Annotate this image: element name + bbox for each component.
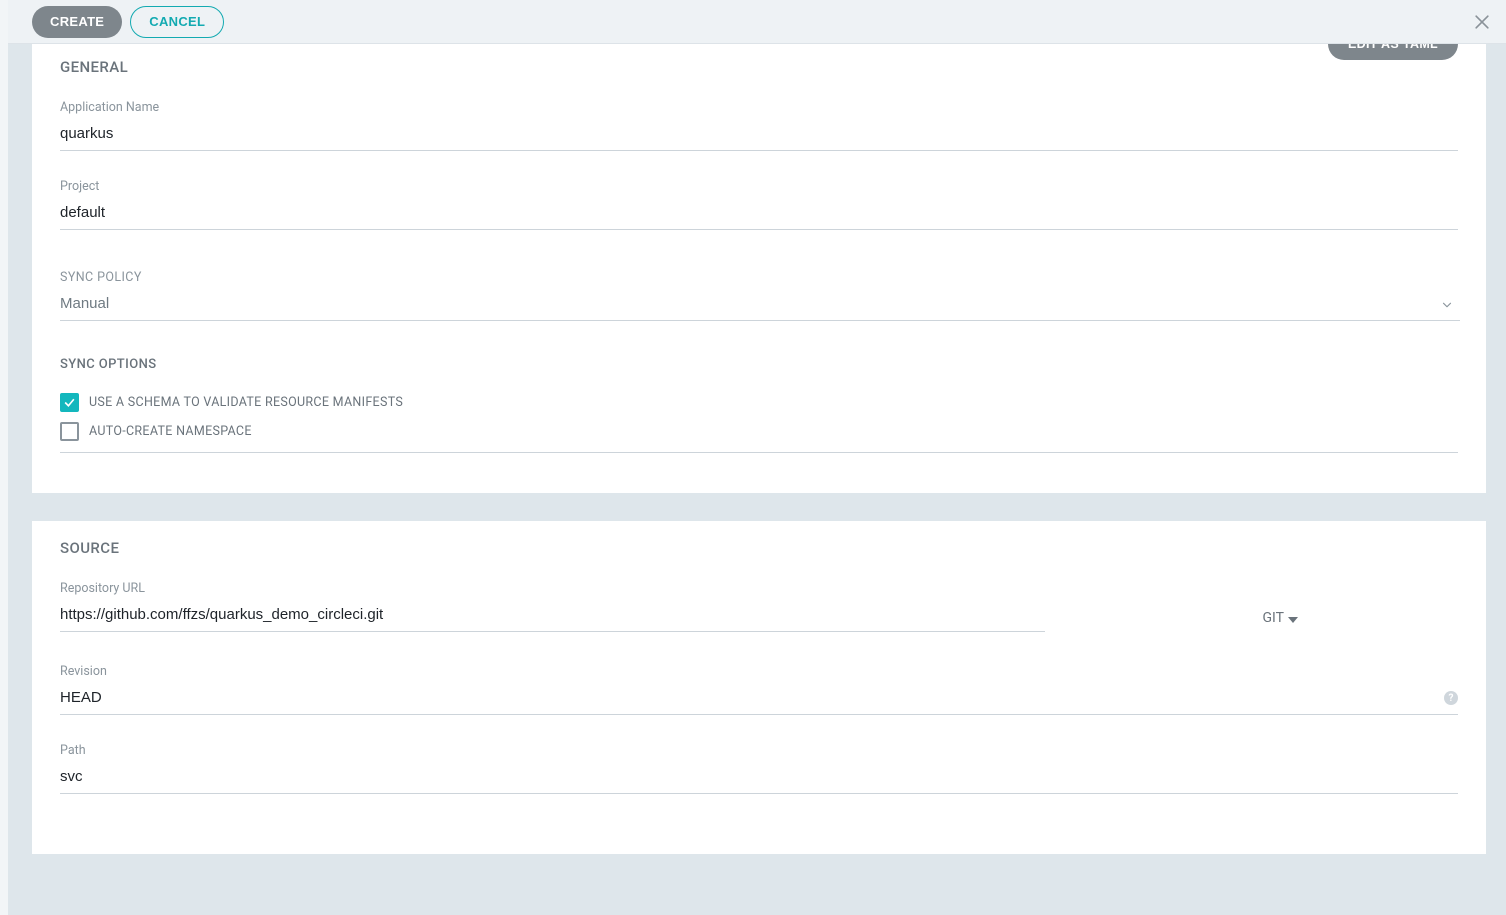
- application-name-label: Application Name: [60, 100, 1458, 115]
- revision-label: Revision: [60, 664, 1458, 679]
- opt-schema-checkbox[interactable]: [60, 393, 79, 412]
- source-section-title: SOURCE: [60, 539, 1458, 557]
- revision-field: Revision ?: [60, 664, 1458, 715]
- sync-options-title: SYNC OPTIONS: [60, 357, 1458, 372]
- sync-policy-label: SYNC POLICY: [60, 270, 1458, 285]
- application-name-field: Application Name: [60, 100, 1458, 151]
- opt-autons-row: AUTO-CREATE NAMESPACE: [60, 417, 1458, 446]
- project-field: Project: [60, 179, 1458, 230]
- opt-schema-row: USE A SCHEMA TO VALIDATE RESOURCE MANIFE…: [60, 388, 1458, 417]
- revision-input[interactable]: [60, 685, 1458, 715]
- repo-url-label: Repository URL: [60, 581, 1245, 596]
- general-section-title: GENERAL: [60, 58, 1458, 76]
- repo-url-input[interactable]: [60, 602, 1045, 632]
- help-icon[interactable]: ?: [1444, 691, 1458, 705]
- edit-as-yaml-button[interactable]: EDIT AS YAML: [1328, 44, 1458, 60]
- path-input[interactable]: [60, 764, 1458, 794]
- sync-policy-select[interactable]: [60, 291, 1460, 321]
- caret-down-icon: [1288, 613, 1298, 623]
- form-scroll-area: EDIT AS YAML GENERAL Application Name Pr…: [8, 44, 1506, 915]
- repo-url-field: Repository URL: [60, 581, 1245, 632]
- repo-type-dropdown[interactable]: GIT: [1263, 610, 1299, 626]
- path-label: Path: [60, 743, 1458, 758]
- source-panel: SOURCE Repository URL GIT Revision ?: [32, 521, 1486, 854]
- panel-scrollbar[interactable]: [0, 0, 8, 915]
- general-panel: EDIT AS YAML GENERAL Application Name Pr…: [32, 44, 1486, 493]
- opt-autons-label: AUTO-CREATE NAMESPACE: [89, 424, 252, 439]
- sync-options-divider: [60, 452, 1458, 453]
- project-label: Project: [60, 179, 1458, 194]
- sliding-panel-topbar: CREATE CANCEL: [8, 0, 1506, 44]
- sync-policy-field: SYNC POLICY: [60, 270, 1458, 321]
- create-button[interactable]: CREATE: [32, 6, 122, 38]
- cancel-button[interactable]: CANCEL: [130, 6, 224, 38]
- close-icon[interactable]: [1472, 12, 1492, 32]
- opt-autons-checkbox[interactable]: [60, 422, 79, 441]
- opt-schema-label: USE A SCHEMA TO VALIDATE RESOURCE MANIFE…: [89, 395, 403, 410]
- path-field: Path: [60, 743, 1458, 794]
- repo-type-label: GIT: [1263, 610, 1285, 626]
- application-name-input[interactable]: [60, 121, 1458, 151]
- project-input[interactable]: [60, 200, 1458, 230]
